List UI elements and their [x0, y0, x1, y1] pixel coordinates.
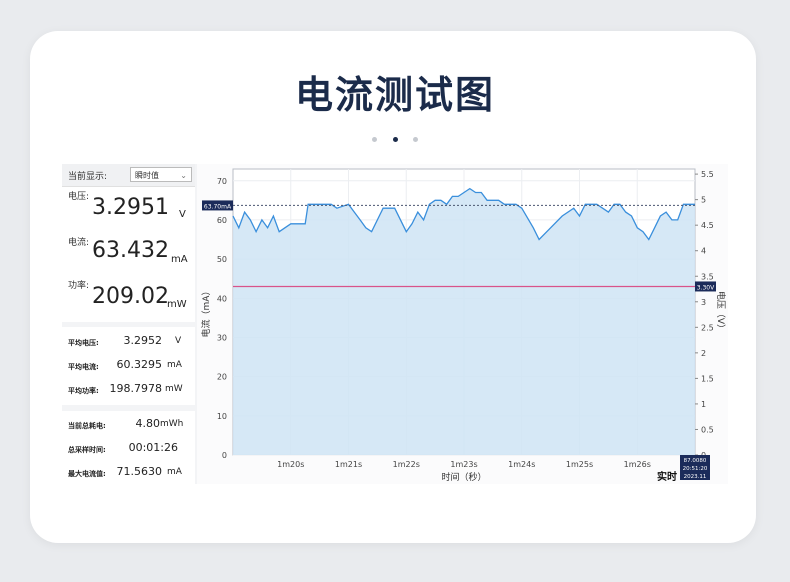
- x-axis-label: 时间（秒）: [441, 471, 486, 483]
- x-tick-label: 1m21s: [335, 460, 362, 469]
- carousel-dot-1[interactable]: [372, 137, 378, 142]
- x-tick-label: 1m25s: [566, 460, 593, 469]
- display-mode-row: 当前显示: 瞬时值 ⌄: [62, 164, 195, 187]
- max-current-value: 71.5630: [116, 465, 163, 478]
- sample-time-value: 00:01:26: [128, 441, 178, 454]
- current-chart-area: 0 10 20 30 40 50 60 70 1m20s 1m21s 1m22s 1m23s 1m24s…: [197, 164, 728, 484]
- avg-power-value: 198.7978: [109, 382, 163, 395]
- current-area: [233, 188, 695, 455]
- avg-current-unit: mA: [167, 360, 182, 370]
- current-marker-label: 63.70mA: [204, 203, 232, 210]
- y2-tick-label: 4: [701, 247, 706, 256]
- cursor-readout-line: 87.0080: [684, 458, 707, 464]
- y2-tick-label: 3.5: [701, 272, 714, 281]
- y-tick-label: 30: [217, 333, 227, 342]
- y2-tick-label: 3: [701, 298, 706, 307]
- display-mode-value: 瞬时值: [135, 171, 159, 180]
- sample-time-label: 总采样时间:: [68, 446, 106, 454]
- max-current-unit: mA: [167, 467, 182, 477]
- y2-tick-label: 1: [701, 400, 706, 409]
- avg-current-label: 平均电流:: [68, 363, 99, 371]
- x-tick-label: 1m26s: [624, 460, 651, 469]
- realtime-mode-label: 实时: [657, 472, 677, 483]
- y2-tick-label: 5: [701, 196, 706, 205]
- averages-panel: 平均电压: 3.2952 V 平均电流: 60.3295 mA 平均功率: 19…: [62, 327, 195, 405]
- y-tick-label: 70: [217, 177, 227, 186]
- carousel-dot-2[interactable]: [392, 137, 398, 142]
- current-unit: mA: [171, 254, 188, 265]
- totals-panel: 当前总耗电: 4.80 mWh 总采样时间: 00:01:26 最大电流值: 7…: [62, 411, 195, 484]
- voltage-unit: V: [179, 209, 186, 220]
- display-mode-label: 当前显示:: [68, 172, 108, 182]
- current-label: 电流:: [68, 238, 90, 248]
- x-tick-label: 1m23s: [450, 460, 477, 469]
- display-mode-select[interactable]: 瞬时值 ⌄: [130, 167, 192, 182]
- cursor-readout-line: 20:51:20: [683, 466, 708, 472]
- y2-axis-label: 电压（V）: [715, 291, 727, 333]
- carousel-indicator: [0, 127, 790, 146]
- carousel-dot-3[interactable]: [412, 137, 418, 142]
- avg-voltage-unit: V: [175, 336, 182, 346]
- cursor-readout-line: 2023.11: [684, 474, 707, 480]
- total-energy-label: 当前总耗电:: [68, 422, 106, 430]
- y2-tick-label: 0.5: [701, 425, 714, 434]
- avg-voltage-value: 3.2952: [123, 334, 163, 347]
- voltage-value: 3.2951: [92, 195, 169, 220]
- max-current-label: 最大电流值:: [68, 470, 106, 478]
- current-value: 63.432: [92, 238, 169, 263]
- x-tick-label: 1m22s: [393, 460, 420, 469]
- y2-tick-label: 5.5: [701, 170, 714, 179]
- avg-power-label: 平均功率:: [68, 387, 99, 395]
- power-value: 209.02: [92, 284, 169, 309]
- total-energy-value: 4.80: [135, 417, 161, 430]
- y-tick-label: 20: [217, 373, 227, 382]
- y-tick-label: 40: [217, 294, 227, 303]
- current-voltage-chart[interactable]: 0 10 20 30 40 50 60 70 1m20s 1m21s 1m22s 1m23s 1m24s…: [197, 164, 728, 484]
- chevron-down-icon: ⌄: [180, 171, 187, 180]
- y-tick-label: 50: [217, 255, 227, 264]
- y-tick-label: 60: [217, 216, 227, 225]
- x-tick-label: 1m24s: [508, 460, 535, 469]
- x-tick-label: 1m20s: [277, 460, 304, 469]
- y2-tick-label: 1.5: [701, 374, 714, 383]
- page-title: 电流测试图: [294, 73, 495, 117]
- avg-voltage-label: 平均电压:: [68, 339, 99, 347]
- y-tick-label: 10: [217, 412, 227, 421]
- total-energy-unit: mWh: [160, 419, 184, 429]
- instant-panel: 当前显示: 瞬时值 ⌄ 电压: 3.2951 V 电流: 63.432 mA 功…: [62, 164, 195, 322]
- power-label: 功率:: [68, 281, 90, 291]
- avg-current-value: 60.3295: [116, 358, 163, 371]
- avg-power-unit: mW: [165, 384, 183, 394]
- y2-tick-label: 2: [701, 349, 706, 358]
- voltage-label: 电压:: [68, 192, 90, 202]
- power-unit: mW: [167, 299, 187, 310]
- y2-tick-label: 4.5: [701, 221, 714, 230]
- voltage-marker-label: 3.30V: [697, 284, 715, 291]
- y-axis-label: 电流（mA）: [200, 287, 212, 338]
- y2-tick-label: 2.5: [701, 323, 714, 332]
- y-tick-label: 0: [222, 451, 227, 460]
